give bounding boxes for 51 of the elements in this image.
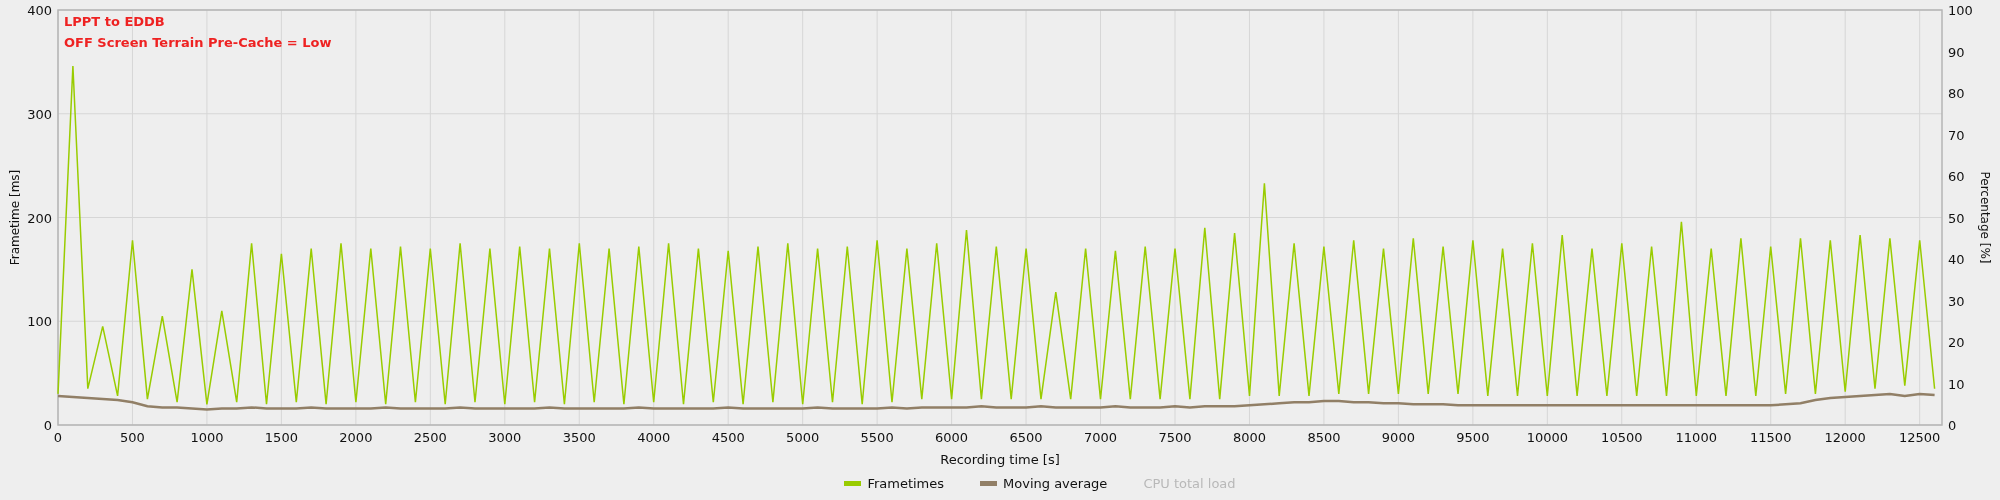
tick-label: 4500	[711, 430, 745, 445]
tick-label: 1500	[264, 430, 298, 445]
tick-label: 2500	[413, 430, 447, 445]
tick-label: 9500	[1456, 430, 1490, 445]
tick-label: 400	[27, 3, 52, 18]
tick-label: 9000	[1381, 430, 1415, 445]
tick-label: 7000	[1084, 430, 1118, 445]
tick-label: 100	[27, 314, 52, 330]
tick-label: 60	[1948, 169, 1965, 184]
tick-label: 0	[43, 418, 52, 433]
tick-label: 20	[1948, 335, 1965, 350]
chart-annotation: LPPT to EDDB	[64, 14, 165, 29]
axis-title: Frametime [ms]	[8, 169, 22, 266]
axis-title: Percentage [%]	[1978, 171, 1992, 264]
tick-label: 6000	[935, 430, 969, 445]
tick-label: 11000	[1675, 430, 1717, 445]
tick-label: 70	[1948, 127, 1965, 143]
tick-label: 2000	[339, 430, 373, 445]
tick-label: 50	[1948, 210, 1965, 226]
tick-label: 7500	[1158, 430, 1192, 445]
tick-label: 200	[27, 210, 52, 226]
axis-title: Recording time [s]	[940, 452, 1060, 467]
tick-label: 3500	[562, 430, 596, 445]
tick-label: 3000	[488, 430, 522, 445]
tick-label: 10	[1948, 376, 1965, 392]
tick-label: 100	[1948, 3, 1973, 18]
legend-item[interactable]: Moving average	[980, 476, 1108, 491]
tick-label: 90	[1948, 44, 1965, 60]
tick-label: 6500	[1009, 430, 1043, 445]
tick-label: 12500	[1899, 430, 1941, 445]
tick-label: 500	[120, 430, 145, 445]
tick-label: 40	[1948, 252, 1965, 267]
tick-label: 10000	[1526, 430, 1568, 445]
tick-label: 8000	[1232, 430, 1266, 445]
tick-label: 1000	[190, 430, 224, 445]
tick-label: 0	[1948, 418, 1957, 433]
tick-label: 4000	[637, 430, 671, 445]
tick-label: 8500	[1307, 430, 1341, 445]
tick-label: 12000	[1824, 430, 1866, 445]
tick-label: 0	[53, 430, 63, 445]
tick-label: 30	[1948, 293, 1965, 309]
tick-label: 300	[27, 106, 52, 122]
tick-label: 11500	[1750, 430, 1792, 445]
tick-label: 80	[1948, 86, 1965, 101]
legend-item[interactable]: Frametimes	[844, 476, 945, 491]
tick-label: 5500	[860, 430, 894, 445]
chart-annotation: OFF Screen Terrain Pre-Cache = Low	[64, 35, 332, 50]
tick-label: 10500	[1601, 430, 1643, 445]
tick-label: 5000	[786, 430, 820, 445]
legend-swatch	[980, 481, 998, 486]
legend-swatch	[844, 481, 862, 486]
